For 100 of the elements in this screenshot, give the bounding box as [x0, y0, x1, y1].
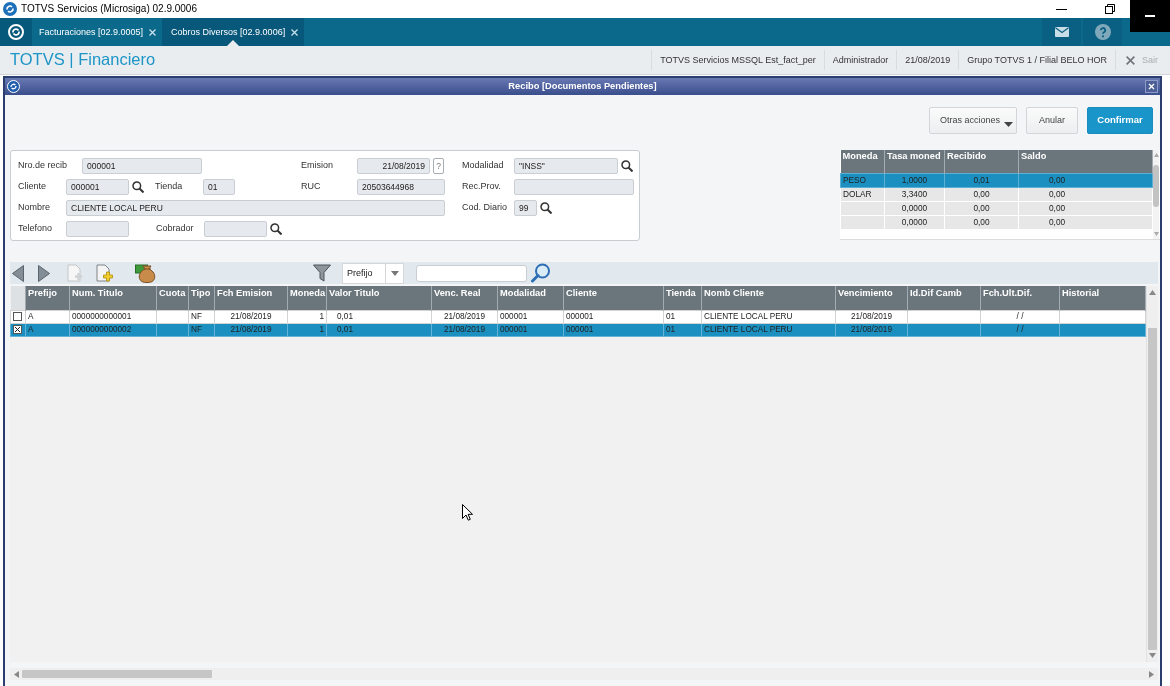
tab[interactable]: Facturaciones [02.9.0005]: [32, 18, 163, 46]
search-icon[interactable]: [132, 180, 144, 193]
input-field[interactable]: [204, 220, 267, 237]
scrollbar-thumb[interactable]: [1153, 165, 1159, 207]
input-field[interactable]: [66, 220, 129, 237]
document-plus-icon[interactable]: [95, 264, 113, 282]
caret-icon: [1004, 121, 1013, 127]
vertical-scrollbar[interactable]: [1153, 150, 1159, 239]
column-header[interactable]: Valor Titulo: [326, 286, 432, 310]
table-cell: CLIENTE LOCAL PERU: [701, 310, 836, 323]
mouse-pointer-icon: [462, 504, 473, 521]
column-header[interactable]: Fch.Ult.Dif.: [980, 286, 1060, 310]
table-row[interactable]: PESO 1,0000 0,01 0,00: [840, 173, 1153, 187]
input-field[interactable]: [514, 178, 634, 195]
filter-dropdown[interactable]: Prefijo: [342, 262, 404, 284]
horizontal-scrollbar[interactable]: [10, 668, 1158, 680]
column-header[interactable]: Historial: [1059, 286, 1146, 310]
input-field[interactable]: 000001: [82, 157, 202, 174]
checkbox[interactable]: [13, 312, 22, 322]
menu-button[interactable]: Otras acciones: [929, 106, 1017, 134]
money-bag-icon[interactable]: [135, 263, 156, 283]
column-header[interactable]: Moneda: [840, 150, 885, 173]
column-header[interactable]: Moneda: [287, 286, 327, 310]
checkbox[interactable]: [13, 325, 22, 335]
column-header[interactable]: Modalidad: [497, 286, 564, 310]
column-header[interactable]: Venc. Real: [431, 286, 498, 310]
input-field[interactable]: 000001: [66, 178, 129, 195]
table-cell: 21/08/2019: [431, 310, 498, 323]
table-row[interactable]: DOLAR 3,3400 0,00 0,00: [840, 187, 1153, 201]
action-button[interactable]: Anular: [1026, 106, 1078, 134]
column-header[interactable]: Cliente: [563, 286, 664, 310]
dialog-title: Recibo [Documentos Pendientes]: [507, 80, 658, 93]
scrollbar-thumb[interactable]: [22, 670, 212, 678]
table-row[interactable]: A 0000000000001 NF 21/08/2019 1 0,01 21/08/2019 000001 000001 01 CLIENTE LOCAL PERU 21/08/2019 / /: [10, 310, 1146, 323]
input-field[interactable]: 20503644968: [357, 178, 445, 195]
scroll-up-arrow-icon[interactable]: [1153, 153, 1159, 157]
search-icon[interactable]: [270, 222, 282, 235]
field-label: Cod. Diario: [462, 202, 509, 213]
scroll-right-arrow-icon[interactable]: [1149, 670, 1154, 678]
scroll-left-arrow-icon[interactable]: [14, 670, 19, 678]
table-cell: 21/08/2019: [214, 310, 288, 323]
scroll-down-arrow-icon[interactable]: [1149, 653, 1156, 658]
close-icon[interactable]: [1145, 80, 1158, 93]
input-field[interactable]: CLIENTE LOCAL PERU: [66, 199, 445, 216]
scrollbar-thumb[interactable]: [1148, 328, 1157, 650]
vertical-scrollbar[interactable]: [1146, 286, 1158, 662]
restore-icon[interactable]: [1105, 4, 1115, 14]
input-field[interactable]: 99: [514, 199, 537, 216]
input-field[interactable]: "INSS": [514, 157, 618, 174]
table-cell: 000001: [563, 310, 664, 323]
column-header[interactable]: Tienda: [663, 286, 702, 310]
column-header[interactable]: Id.Dif Camb: [907, 286, 981, 310]
column-header[interactable]: Recibido: [944, 150, 1019, 173]
field-label: RUC: [301, 181, 322, 192]
header-info: 21/08/2019: [896, 50, 959, 70]
column-header[interactable]: Nomb Cliente: [701, 286, 836, 310]
search-field[interactable]: [416, 264, 527, 282]
column-header[interactable]: Tasa moned: [884, 150, 945, 173]
filter-icon[interactable]: [313, 264, 331, 282]
column-header[interactable]: Saldo: [1018, 150, 1153, 173]
table-cell: 000001: [497, 310, 564, 323]
help-button[interactable]: ?: [433, 157, 444, 174]
tab[interactable]: Cobros Diversos [02.9.0006]: [162, 18, 305, 46]
column-header[interactable]: Prefijo: [25, 286, 70, 310]
mail-button[interactable]: [1042, 18, 1081, 46]
field-label: Emision: [301, 160, 334, 171]
table-cell: 0,01: [944, 173, 1019, 187]
scroll-up-arrow-icon[interactable]: [1149, 290, 1156, 295]
column-header[interactable]: Num. Titulo: [69, 286, 157, 310]
mail-icon: [1054, 27, 1069, 37]
table-cell: 21/08/2019: [835, 310, 908, 323]
scroll-down-arrow-icon[interactable]: [1153, 232, 1159, 236]
search-icon[interactable]: [540, 201, 552, 214]
minimize-icon[interactable]: [1056, 8, 1067, 10]
table-row[interactable]: 0,0000 0,00 0,00: [840, 215, 1153, 229]
column-header: [10, 286, 26, 310]
search-icon[interactable]: [621, 159, 633, 172]
table-cell: A: [25, 310, 70, 323]
table-cell: PESO: [840, 173, 885, 187]
table-row[interactable]: A 0000000000002 NF 21/08/2019 1 0,01 21/08/2019 000001 000001 01 CLIENTE LOCAL PERU 21/08/2019 / /: [10, 323, 1146, 336]
app-title: TOTVS | Financiero: [9, 50, 156, 70]
help-icon: [1094, 24, 1111, 40]
input-field[interactable]: 01: [203, 178, 235, 195]
table-cell: 1,0000: [884, 173, 945, 187]
header-info: Administrador: [823, 50, 897, 70]
action-button[interactable]: Confirmar: [1087, 106, 1153, 134]
column-header[interactable]: Cuota: [156, 286, 189, 310]
table-cell: 1: [287, 310, 327, 323]
app-logo-icon: [7, 80, 20, 93]
table-row[interactable]: 0,0000 0,00 0,00: [840, 201, 1153, 215]
left-arrow-icon[interactable]: [12, 264, 24, 282]
column-header[interactable]: Vencimiento: [835, 286, 908, 310]
table-cell: [156, 310, 189, 323]
column-header[interactable]: Tipo: [188, 286, 215, 310]
right-arrow-icon[interactable]: [38, 264, 50, 282]
field-label: Cobrador: [155, 223, 195, 234]
input-field[interactable]: 21/08/2019: [357, 157, 430, 174]
app-logo-icon[interactable]: [8, 24, 24, 40]
column-header[interactable]: Fch Emision: [214, 286, 288, 310]
table-cell: 0,01: [326, 310, 432, 323]
